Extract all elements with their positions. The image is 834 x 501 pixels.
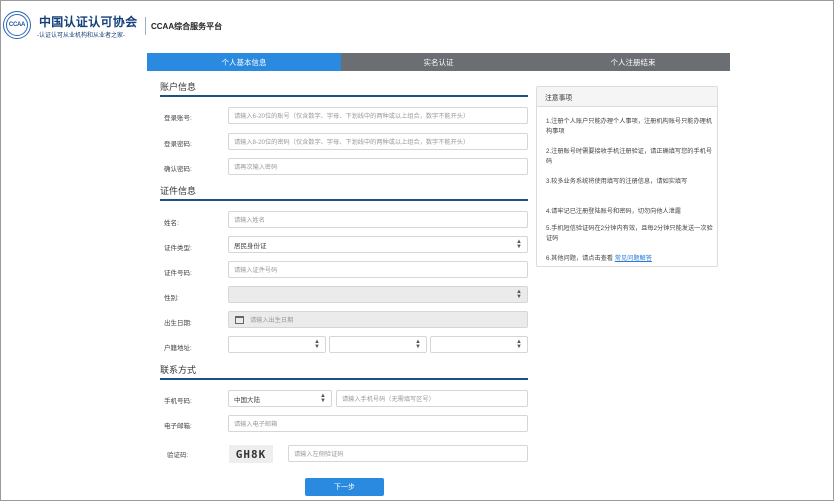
section-title-certificate: 证件信息 [160,186,197,196]
hukou-district-select[interactable]: ▲ ▼ [430,336,528,353]
captcha-image[interactable]: GH8K [229,445,273,463]
username-label: 登录账号: [164,115,192,122]
notes-item: 1.注册个人账户只能办理个人事项，注册机构账号只能办理机构事项 [546,118,713,135]
confirm-password-input[interactable]: 请再次输入密码 [228,158,528,175]
notes-item-last: 6.其他问题，请点击查看 常见问题解答 [546,254,714,264]
select-caret-icon: ▲ ▼ [415,339,421,350]
section-divider-contact [160,378,528,380]
name-label: 姓名: [164,220,179,227]
ccaa-logo: CCAA [3,11,31,39]
gender-select[interactable]: ▲ ▼ [228,286,528,303]
phone-region-select[interactable]: 中国大陆 ▲ ▼ [228,390,332,407]
step-real-name: 实名认证 [341,53,536,71]
section-divider-certificate [160,199,528,201]
id-type-select[interactable]: 居民身份证 ▲ ▼ [228,236,528,253]
id-number-label: 证件号码: [164,270,192,277]
select-caret-icon: ▲ ▼ [320,393,326,404]
org-name: 中国认证认可协会 [39,15,138,29]
section-divider-account [160,95,528,97]
phone-label: 手机号码: [164,398,192,405]
select-caret-icon: ▲ ▼ [314,339,320,350]
phone-input[interactable]: 请输入手机号码（无需填写区号） [336,390,528,407]
hukou-label: 户籍地址: [164,345,192,352]
password-label: 登录密码: [164,141,192,148]
org-slogan: -认证认可从业机构和从业者之家- [37,33,125,39]
notes-item-text: 6.其他问题，请点击查看 [546,255,614,262]
gender-label: 性别: [164,295,179,302]
confirm-password-label: 确认密码: [164,166,192,173]
email-input[interactable]: 请输入电子邮箱 [228,415,528,432]
platform-title: CCAA综合服务平台 [151,22,223,31]
notes-item: 3.较多业务系统将使用填写的注册信息，请如实填写 [546,178,688,185]
birth-date-input[interactable]: 请输入出生日期 [228,311,528,328]
registration-steps: 个人基本信息 实名认证 个人注册结束 [147,53,730,71]
select-caret-icon: ▲ ▼ [516,289,522,300]
hukou-city-select[interactable]: ▲ ▼ [329,336,427,353]
phone-region-value: 中国大陆 [234,396,260,404]
section-title-contact: 联系方式 [160,365,197,375]
notes-panel: 注意事项 1.注册个人账户只能办理个人事项，注册机构账号只能办理机构事项 2.注… [536,86,718,267]
id-type-label: 证件类型: [164,245,192,252]
birth-date-label: 出生日期: [164,320,192,327]
header-divider [145,17,146,35]
password-input[interactable]: 请输入8-20位的密码（仅含数字、字母、下划线中的两种或以上组合，数字不能开头） [228,133,528,150]
notes-item: 2.注册账号时需要接收手机注册验证，请正确填写您的手机号码 [546,148,713,165]
notes-title: 注意事项 [537,87,717,107]
id-type-value: 居民身份证 [234,242,267,250]
id-number-input[interactable]: 请输入证件号码 [228,261,528,278]
step-basic-info: 个人基本信息 [147,53,341,71]
faq-link[interactable]: 常见问题解答 [615,255,652,262]
notes-item: 4.请牢记已注册登陆账号和密码，切勿向他人泄露 [546,208,682,215]
section-title-account: 账户信息 [160,82,197,92]
birth-date-placeholder: 请输入出生日期 [250,317,294,324]
username-input[interactable]: 请输入6-20位的账号（仅含数字、字母、下划线中的两种或以上组合，数字不能开头） [228,107,528,124]
hukou-province-select[interactable]: ▲ ▼ [228,336,326,353]
logo-text: CCAA [6,14,28,36]
captcha-input[interactable]: 请输入左侧验证码 [288,445,528,462]
notes-item: 5.手机短信验证码在2分钟内有效，且每2分钟只能发送一次验证码 [546,225,713,242]
email-label: 电子邮箱: [164,423,192,430]
step-finish: 个人注册结束 [536,53,730,71]
select-caret-icon: ▲ ▼ [516,339,522,350]
name-input[interactable]: 请输入姓名 [228,211,528,228]
calendar-icon [235,315,244,324]
captcha-label: 验证码: [167,452,189,459]
select-caret-icon: ▲ ▼ [516,239,522,250]
next-step-button[interactable]: 下一步 [305,478,384,496]
